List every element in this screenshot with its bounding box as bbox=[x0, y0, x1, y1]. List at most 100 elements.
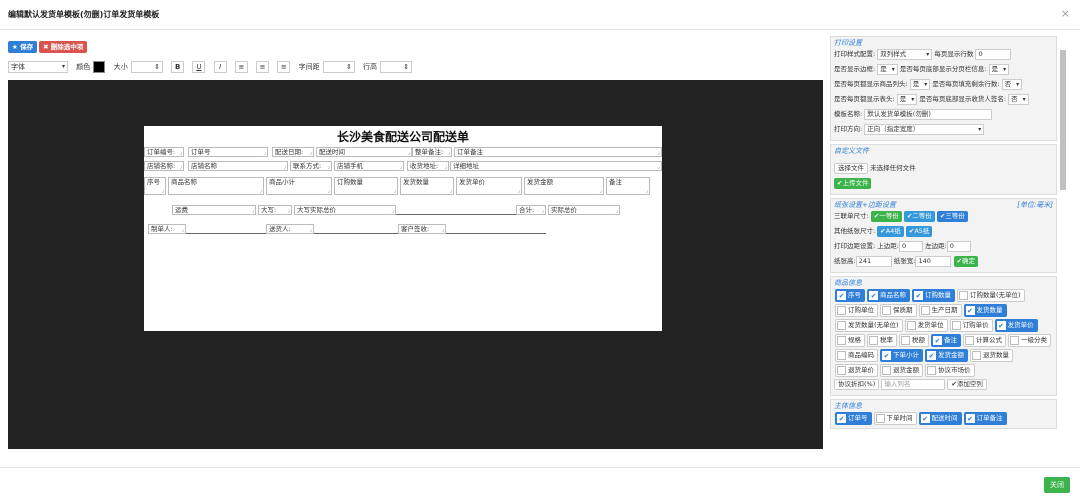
align-right-button[interactable]: ≡ bbox=[277, 61, 291, 73]
contact-field[interactable]: 店铺手机 bbox=[334, 161, 404, 171]
sign-select[interactable]: 否 bbox=[1008, 94, 1029, 105]
subject-checkbox[interactable]: 下单时间 bbox=[873, 412, 917, 425]
goods-checkbox[interactable]: 协议市场价 bbox=[925, 364, 975, 377]
three-part-button[interactable]: ✔三等份 bbox=[936, 211, 968, 222]
subject-checkbox[interactable]: ✔ 订单备注 bbox=[963, 412, 1007, 425]
head-select[interactable]: 是 bbox=[909, 79, 931, 90]
align-left-button[interactable]: ≡ bbox=[234, 61, 248, 73]
goods-checkbox[interactable]: 退货单价 bbox=[835, 364, 878, 377]
col-ship-price[interactable]: 发货单价 bbox=[456, 177, 522, 195]
col-remark[interactable]: 备注 bbox=[606, 177, 650, 195]
goods-checkbox[interactable]: 税率 bbox=[867, 334, 897, 347]
upload-button[interactable]: ✔上传文件 bbox=[834, 177, 872, 189]
address-label[interactable]: 收货地址: bbox=[407, 161, 449, 171]
goods-checkbox[interactable]: ✔ 订购数量 bbox=[912, 289, 955, 302]
confirm-button[interactable]: ✔确定 bbox=[953, 256, 979, 267]
goods-checkbox[interactable]: ✔ 发货单价 bbox=[994, 319, 1038, 332]
custom-file-title[interactable]: 自定义文件 bbox=[834, 147, 1053, 156]
size-spinner[interactable] bbox=[130, 61, 163, 73]
order-no-label[interactable]: 订单编号: bbox=[144, 147, 184, 157]
dir-select[interactable]: 正向（指定宽度） bbox=[864, 124, 985, 135]
paper-title[interactable]: 长沙美食配送公司配送单 bbox=[144, 128, 662, 145]
goods-checkbox[interactable]: 订购单位 bbox=[835, 304, 878, 317]
contact-label[interactable]: 联系方式: bbox=[290, 161, 332, 171]
col-ship-amount[interactable]: 发货金额 bbox=[524, 177, 604, 195]
goods-checkbox[interactable]: ✔ 发货金额 bbox=[925, 349, 968, 362]
close-icon[interactable]: × bbox=[1061, 7, 1070, 20]
delivery-date-label[interactable]: 配送日期: bbox=[272, 147, 314, 157]
col-seq[interactable]: 序号 bbox=[144, 177, 166, 195]
goods-checkbox[interactable]: 一级分类 bbox=[1008, 334, 1051, 347]
goods-checkbox[interactable]: 商品编码 bbox=[835, 349, 878, 362]
style-select[interactable]: 双列样式 bbox=[877, 49, 933, 60]
panel-scrollbar[interactable] bbox=[1059, 40, 1067, 455]
subject-checkbox[interactable]: ✔ 订单号 bbox=[835, 412, 872, 425]
two-part-button[interactable]: ✔二等份 bbox=[903, 211, 935, 222]
align-center-button[interactable]: ≡ bbox=[256, 61, 270, 73]
order-no-field[interactable]: 订单号 bbox=[188, 147, 268, 157]
total-label[interactable]: 合计: bbox=[516, 205, 546, 215]
close-button[interactable]: 关闭 bbox=[1044, 477, 1070, 493]
left-margin-input[interactable]: 0 bbox=[946, 241, 971, 252]
font-select[interactable]: 字体 bbox=[8, 61, 68, 73]
goods-checkbox[interactable]: ✔ 发货数量 bbox=[963, 304, 1007, 317]
order-remark-label[interactable]: 整单备注: bbox=[412, 147, 452, 157]
capital-label[interactable]: 大写: bbox=[258, 205, 292, 215]
fill-select[interactable]: 否 bbox=[1001, 79, 1023, 90]
total-field[interactable]: 实际总价 bbox=[548, 205, 620, 215]
goods-checkbox[interactable]: 发货数量(无单位) bbox=[835, 319, 903, 332]
goods-checkbox[interactable]: 税额 bbox=[899, 334, 929, 347]
order-remark-field[interactable]: 订单备注 bbox=[454, 147, 662, 157]
line-height-spinner[interactable] bbox=[380, 61, 413, 73]
goods-checkbox[interactable]: ✔ 备注 bbox=[931, 334, 961, 347]
goods-checkbox[interactable]: 计算公式 bbox=[963, 334, 1006, 347]
column-name-input[interactable]: 输入列名 bbox=[881, 378, 946, 390]
discount-label[interactable]: 协议折扣(%) bbox=[834, 378, 880, 390]
address-field[interactable]: 详细地址 bbox=[450, 161, 662, 171]
paper-settings-title[interactable]: 纸张设置+边距设置 bbox=[834, 201, 896, 209]
paper-height-input[interactable]: 241 bbox=[855, 256, 892, 267]
a5-button[interactable]: ✔A5纸 bbox=[905, 226, 933, 237]
col-ship-qty[interactable]: 发货数量 bbox=[400, 177, 454, 195]
paper-width-input[interactable]: 140 bbox=[915, 256, 952, 267]
italic-button[interactable]: I bbox=[213, 61, 227, 73]
subject-info-title[interactable]: 主体信息 bbox=[834, 402, 1053, 411]
top-select[interactable]: 是 bbox=[896, 94, 918, 105]
a4-button[interactable]: ✔A4纸 bbox=[877, 226, 904, 237]
add-column-button[interactable]: ✔添加空列 bbox=[947, 378, 987, 390]
paging-select[interactable]: 是 bbox=[988, 64, 1010, 75]
scrollbar-thumb[interactable] bbox=[1060, 50, 1066, 190]
capital-field[interactable]: 大写实际总价 bbox=[294, 205, 396, 215]
shop-name-label[interactable]: 店铺名称: bbox=[144, 161, 184, 171]
goods-checkbox[interactable]: 退货金额 bbox=[880, 364, 923, 377]
rows-input[interactable]: 0 bbox=[975, 49, 1012, 60]
goods-checkbox[interactable]: ✔ 商品名称 bbox=[867, 289, 910, 302]
bold-button[interactable]: B bbox=[171, 61, 185, 73]
goods-info-title[interactable]: 商品信息 bbox=[834, 279, 1053, 288]
one-part-button[interactable]: ✔一等份 bbox=[870, 211, 902, 222]
shop-name-field[interactable]: 店铺名称 bbox=[188, 161, 288, 171]
goods-checkbox[interactable]: 生产日期 bbox=[918, 304, 962, 317]
goods-checkbox[interactable]: 规格 bbox=[835, 334, 865, 347]
name-input[interactable]: 默认发货单模板(勿删) bbox=[864, 109, 993, 120]
delivery-date-field[interactable]: 配送时间 bbox=[316, 147, 412, 157]
print-settings-title[interactable]: 打印设置 bbox=[834, 39, 1053, 48]
goods-checkbox[interactable]: 订购单价 bbox=[949, 319, 993, 332]
letter-spacing-spinner[interactable] bbox=[322, 61, 355, 73]
delete-selected-button[interactable]: ✖ 删除选中项 bbox=[39, 41, 88, 53]
goods-checkbox[interactable]: ✔ 下单小计 bbox=[880, 349, 923, 362]
goods-checkbox[interactable]: 退货数量 bbox=[970, 349, 1013, 362]
underline-button[interactable]: U bbox=[192, 61, 206, 73]
goods-checkbox[interactable]: 订购数量(无单位) bbox=[957, 289, 1025, 302]
col-subtotal[interactable]: 商品小计 bbox=[266, 177, 332, 195]
goods-checkbox[interactable]: 发货单位 bbox=[904, 319, 948, 332]
border-select[interactable]: 是 bbox=[877, 64, 898, 75]
subject-checkbox[interactable]: ✔ 配送时间 bbox=[918, 412, 962, 425]
choose-file-button[interactable]: 选择文件 bbox=[834, 163, 868, 174]
goods-checkbox[interactable]: ✔ 序号 bbox=[835, 289, 865, 302]
color-swatch[interactable] bbox=[93, 61, 106, 73]
col-order-qty[interactable]: 订购数量 bbox=[334, 177, 398, 195]
freight-field[interactable]: 运费 bbox=[172, 205, 256, 215]
deliverer-label[interactable]: 送货人: bbox=[266, 224, 314, 234]
top-margin-input[interactable]: 0 bbox=[898, 241, 923, 252]
